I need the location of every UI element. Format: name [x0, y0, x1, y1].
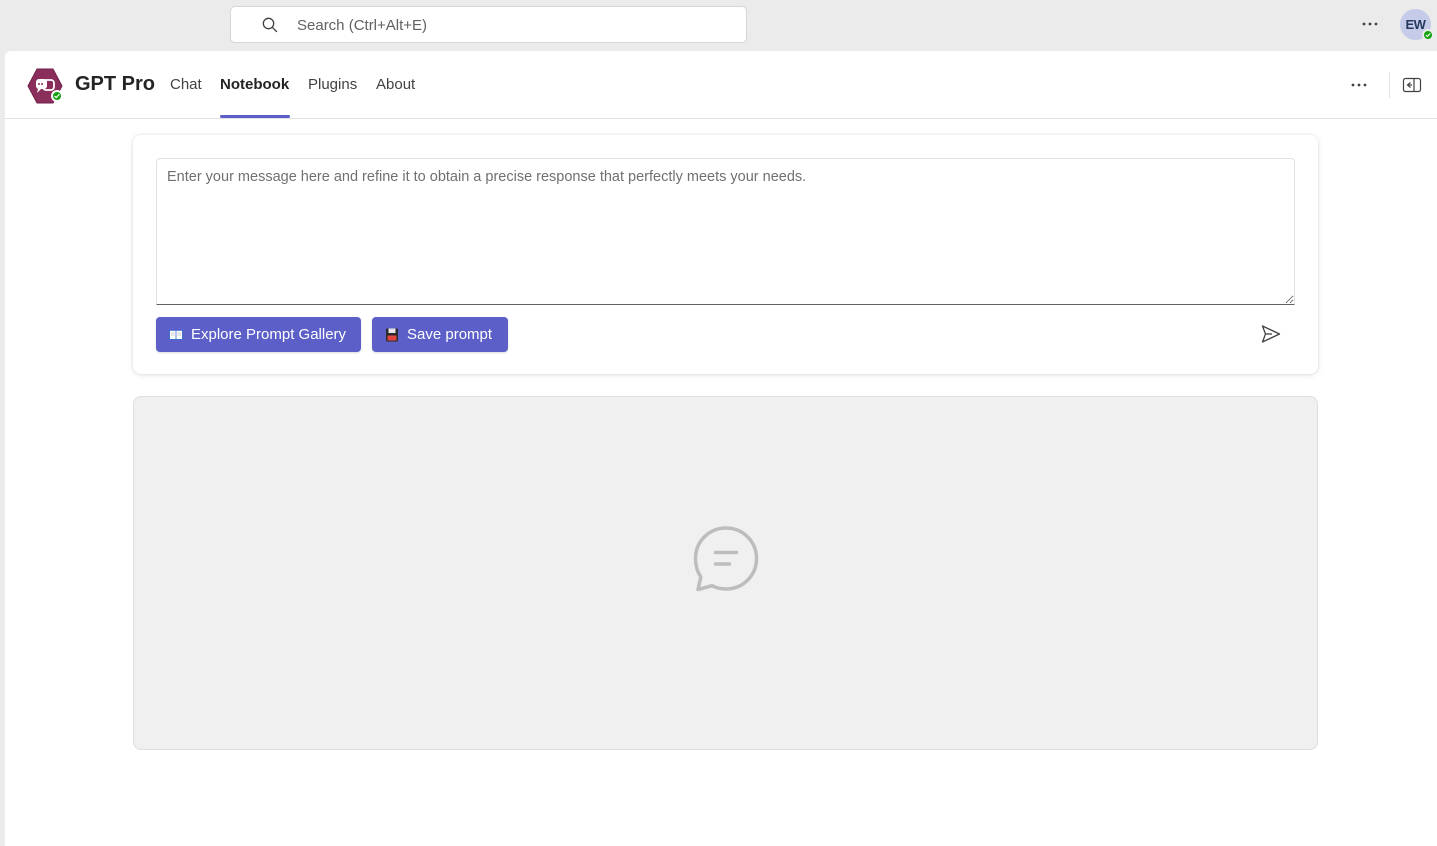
app-header: GPT Pro Chat Notebook Plugins About: [5, 51, 1437, 119]
search-icon: [261, 16, 279, 34]
app-title: GPT Pro: [75, 73, 156, 95]
app-content: GPT Pro Chat Notebook Plugins About Ente…: [5, 51, 1437, 846]
open-book-icon: [168, 327, 184, 343]
avatar-initials: EW: [1405, 17, 1426, 32]
prompt-input[interactable]: [156, 158, 1295, 305]
more-horizontal-icon: [1362, 22, 1378, 26]
user-avatar[interactable]: EW: [1400, 9, 1434, 41]
more-horizontal-icon: [1351, 83, 1367, 87]
open-side-panel-icon: [1402, 77, 1422, 93]
send-button[interactable]: [1260, 323, 1282, 345]
search-placeholder: Search (Ctrl+Alt+E): [297, 17, 428, 34]
explore-prompt-gallery-button[interactable]: Explore Prompt Gallery: [156, 317, 361, 352]
more-options-button[interactable]: [1358, 12, 1382, 36]
chat-bubble-icon: [693, 526, 759, 592]
open-side-panel-button[interactable]: [1401, 74, 1423, 96]
tab-plugins[interactable]: Plugins: [308, 76, 357, 93]
floppy-disk-icon: [384, 327, 400, 343]
prompt-composer-card: Explore Prompt Gallery Save prompt: [133, 135, 1318, 374]
gpt-pro-logo-icon: [27, 68, 63, 104]
app-status-check-icon: [51, 90, 63, 102]
active-tab-indicator: [220, 115, 290, 118]
header-divider: [1389, 72, 1390, 98]
response-panel: [133, 396, 1318, 750]
save-prompt-button[interactable]: Save prompt: [372, 317, 508, 352]
send-icon: [1261, 325, 1281, 343]
title-bar: Search (Ctrl+Alt+E) EW: [0, 0, 1437, 51]
app-more-options-button[interactable]: [1347, 73, 1371, 97]
tab-notebook[interactable]: Notebook: [220, 76, 289, 93]
presence-available-icon: [1422, 29, 1434, 41]
tab-chat[interactable]: Chat: [170, 76, 202, 93]
tab-about[interactable]: About: [376, 76, 415, 93]
explore-button-label: Explore Prompt Gallery: [191, 326, 347, 343]
search-box[interactable]: Search (Ctrl+Alt+E): [230, 6, 747, 43]
save-button-label: Save prompt: [407, 326, 493, 343]
